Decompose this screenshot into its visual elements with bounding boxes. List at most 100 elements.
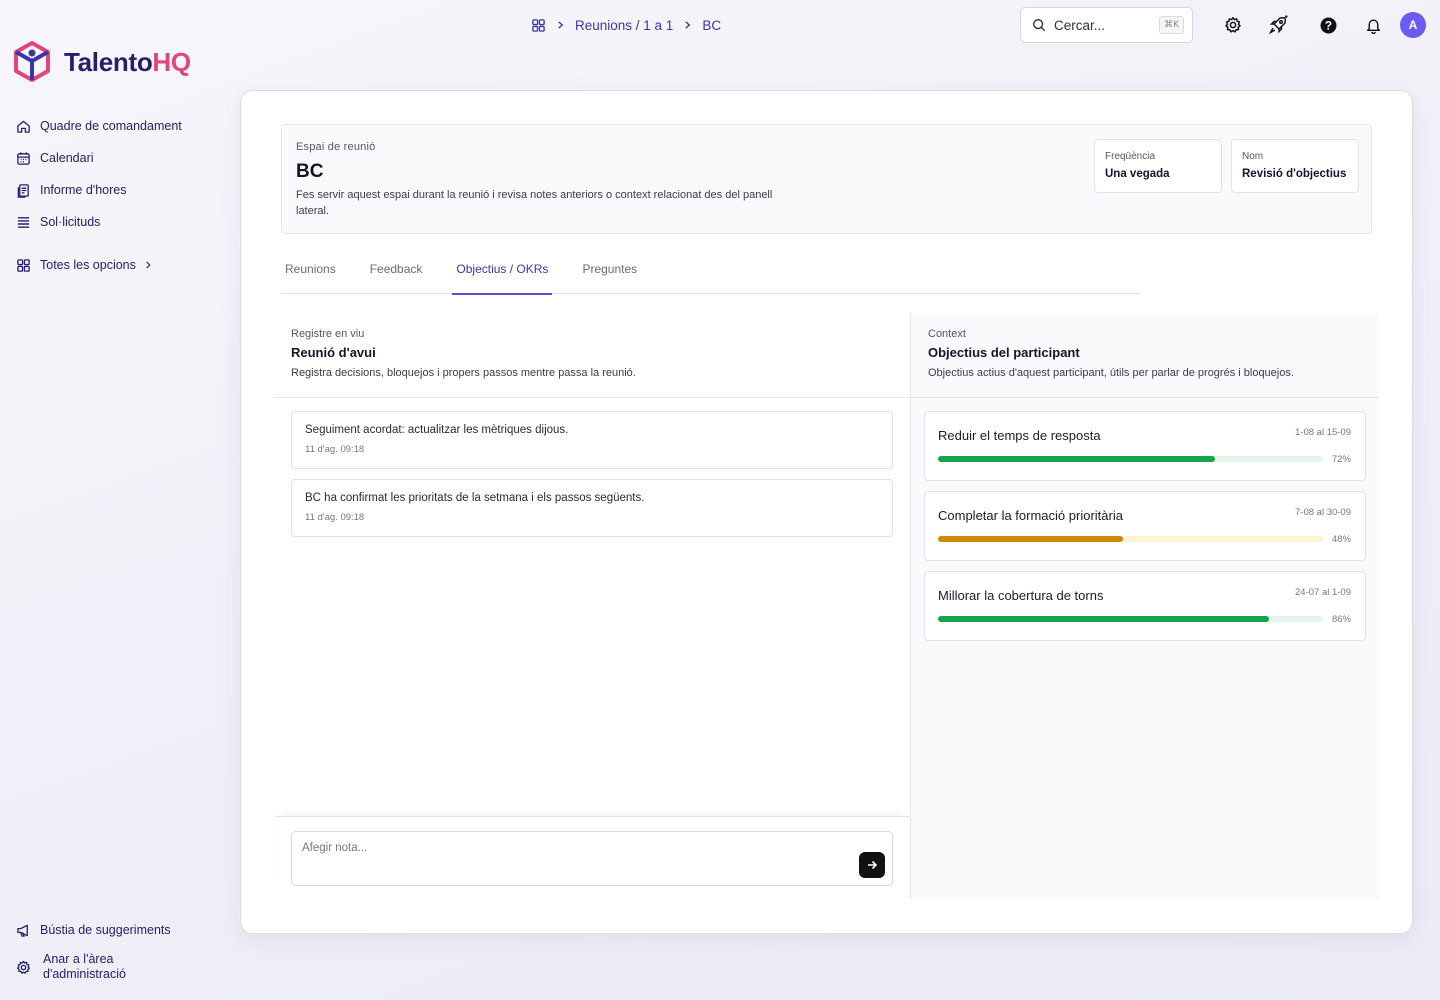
- tab-bar: Reunions Feedback Objectius / OKRs Pregu…: [281, 251, 1140, 295]
- goal-progress-track: [938, 456, 1323, 462]
- frequency-label: Freqüència: [1105, 151, 1156, 162]
- sidebar-item-calendar[interactable]: Calendari: [16, 142, 182, 174]
- goal-progress-fill: [938, 456, 1216, 462]
- panel-eyebrow: Context: [928, 328, 966, 340]
- notifications-button[interactable]: [1362, 14, 1384, 36]
- gear-icon: [16, 960, 31, 974]
- goal-progress-fill: [938, 536, 1123, 542]
- goal-percent: 72%: [1331, 454, 1351, 465]
- panel-eyebrow: Registre en viu: [291, 328, 365, 340]
- tab-feedback[interactable]: Feedback: [366, 251, 427, 293]
- goal-title: Completar la formació prioritària: [938, 508, 1123, 523]
- calendar-icon: [17, 151, 30, 165]
- breadcrumb-section[interactable]: Reunions / 1 a 1: [575, 18, 673, 33]
- space-eyebrow: Espai de reunió: [296, 141, 376, 153]
- page-title: BC: [296, 161, 324, 182]
- settings-button[interactable]: [1222, 14, 1244, 36]
- note-item[interactable]: Seguiment acordat: actualitzar les mètri…: [291, 411, 893, 469]
- panel-subtitle: Objectius actius d'aquest participant, ú…: [928, 367, 1294, 379]
- rocket-icon: [1268, 15, 1288, 35]
- arrow-right-icon: [868, 860, 878, 870]
- goal-progress-fill: [938, 616, 1270, 622]
- note-input[interactable]: [302, 842, 842, 876]
- goal-card[interactable]: Millorar la cobertura de torns 24-07 al …: [924, 571, 1366, 641]
- note-timestamp: 11 d'ag. 09:18: [305, 444, 365, 455]
- logo-cube-icon: [14, 41, 50, 82]
- meeting-card: Espai de reunió BC Fes servir aquest esp…: [240, 90, 1413, 934]
- chevron-right-icon: [558, 21, 564, 29]
- note-composer: [274, 816, 910, 899]
- frequency-value: Una vegada: [1105, 168, 1170, 180]
- sidebar-item-label: Calendari: [40, 151, 94, 165]
- chevron-right-icon: [685, 21, 691, 29]
- tab-meetings[interactable]: Reunions: [281, 251, 340, 293]
- panel-subtitle: Registra decisions, bloquejos i propers …: [291, 367, 636, 379]
- meeting-name-label: Nom: [1242, 151, 1264, 162]
- goal-progress-track: [938, 616, 1323, 622]
- whats-new-button[interactable]: [1267, 14, 1289, 36]
- gear-icon: [1225, 16, 1241, 33]
- sidebar-item-requests[interactable]: Sol·licituds: [16, 206, 182, 238]
- panel-title: Reunió d'avui: [291, 345, 376, 360]
- breadcrumb-current: BC: [702, 17, 722, 33]
- breadcrumb: Reunions / 1 a 1 BC: [531, 16, 721, 34]
- sidebar-nav: Quadre de comandament Calendari Informe …: [16, 110, 182, 281]
- goal-progress-track: [938, 536, 1323, 542]
- search-shortcut: ⌘K: [1159, 16, 1184, 34]
- goal-card[interactable]: Reduir el temps de resposta 1-08 al 15-0…: [924, 411, 1366, 481]
- list-icon: [17, 216, 30, 228]
- help-button[interactable]: ?: [1317, 14, 1339, 36]
- tab-objectives[interactable]: Objectius / OKRs: [452, 251, 553, 295]
- sidebar-item-label: Anar a l'àrea d'administració: [43, 952, 126, 981]
- goal-percent: 86%: [1331, 614, 1351, 625]
- grid-icon[interactable]: [531, 18, 546, 33]
- sidebar-item-label: Sol·licituds: [40, 215, 101, 229]
- grid-icon: [17, 258, 30, 272]
- tab-questions[interactable]: Preguntes: [578, 251, 641, 293]
- question-icon: ?: [1320, 17, 1336, 33]
- meeting-name-value: Revisió d'objectius: [1242, 168, 1347, 180]
- goal-percent: 48%: [1331, 534, 1351, 545]
- frequency-box: Freqüència Una vegada: [1094, 139, 1222, 193]
- meeting-space-header: Espai de reunió BC Fes servir aquest esp…: [281, 124, 1372, 234]
- bell-icon: [1366, 19, 1380, 34]
- context-panel: Context Objectius del participant Object…: [911, 313, 1379, 899]
- report-icon: [17, 183, 29, 198]
- chevron-right-icon: [146, 261, 151, 269]
- live-log-panel: Registre en viu Reunió d'avui Registra d…: [274, 313, 911, 899]
- search-box[interactable]: ⌘K: [1020, 7, 1193, 43]
- sidebar-item-label: Informe d'hores: [40, 183, 127, 197]
- sidebar-item-label: Quadre de comandament: [40, 119, 182, 133]
- goal-title: Millorar la cobertura de torns: [938, 588, 1104, 603]
- svg-text:?: ?: [1324, 19, 1331, 32]
- note-item[interactable]: BC ha confirmat les prioritats de la set…: [291, 479, 893, 537]
- note-text: BC ha confirmat les prioritats de la set…: [305, 492, 645, 504]
- home-icon: [17, 120, 30, 133]
- sidebar-item-admin[interactable]: Anar a l'àrea d'administració: [16, 952, 171, 982]
- goal-title: Reduir el temps de resposta: [938, 428, 1101, 443]
- send-note-button[interactable]: [859, 852, 885, 878]
- brand-name: TalentoHQ: [64, 46, 191, 77]
- goal-date-range: 7-08 al 30-09: [1295, 507, 1351, 518]
- note-timestamp: 11 d'ag. 09:18: [305, 512, 365, 523]
- search-input[interactable]: [1054, 17, 1150, 33]
- goal-card[interactable]: Completar la formació prioritària 7-08 a…: [924, 491, 1366, 561]
- search-icon: [1033, 19, 1046, 32]
- space-description: Fes servir aquest espai durant la reunió…: [296, 189, 773, 217]
- user-avatar[interactable]: A: [1400, 12, 1426, 38]
- sidebar-all-options[interactable]: Totes les opcions: [16, 249, 182, 281]
- sidebar-item-hours-report[interactable]: Informe d'hores: [16, 174, 182, 206]
- sidebar-item-suggestions[interactable]: Bústia de suggeriments: [16, 916, 171, 944]
- sidebar-bottom: Bústia de suggeriments Anar a l'àrea d'ad…: [16, 916, 171, 982]
- sidebar-item-label: Totes les opcions: [40, 258, 136, 272]
- goal-date-range: 1-08 al 15-09: [1295, 427, 1351, 438]
- goal-date-range: 24-07 al 1-09: [1295, 587, 1351, 598]
- sidebar-item-dashboard[interactable]: Quadre de comandament: [16, 110, 182, 142]
- panel-title: Objectius del participant: [928, 345, 1080, 360]
- megaphone-icon: [17, 924, 28, 937]
- meeting-name-box: Nom Revisió d'objectius: [1231, 139, 1359, 193]
- note-composer-box: [291, 831, 893, 886]
- note-text: Seguiment acordat: actualitzar les mètri…: [305, 424, 569, 436]
- brand-logo[interactable]: TalentoHQ: [12, 40, 191, 84]
- sidebar-item-label: Bústia de suggeriments: [40, 923, 171, 937]
